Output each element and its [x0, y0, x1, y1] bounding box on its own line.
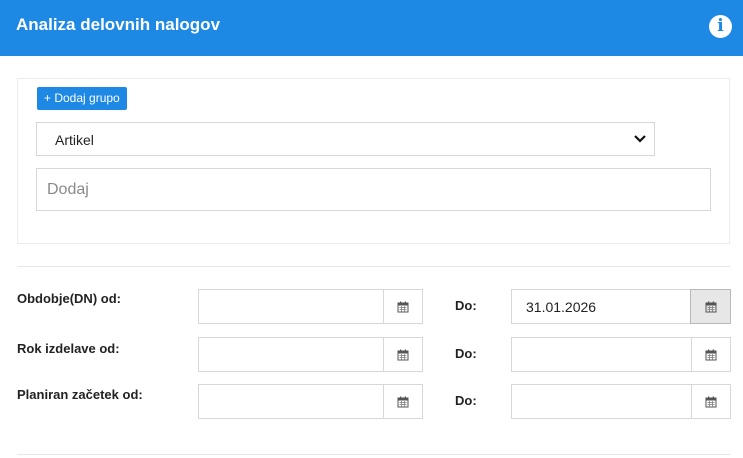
- period-from-calendar-button[interactable]: [383, 290, 422, 323]
- calendar-icon: [705, 396, 717, 407]
- calendar-icon: [705, 349, 717, 360]
- calendar-icon: [397, 396, 409, 407]
- add-group-button[interactable]: + Dodaj grupo: [37, 87, 127, 110]
- deadline-from-input[interactable]: [199, 338, 384, 371]
- calendar-icon: [705, 301, 716, 312]
- period-to-calendar-button[interactable]: [690, 289, 731, 324]
- deadline-from-label: Rok izdelave od:: [17, 341, 120, 356]
- calendar-icon: [397, 301, 409, 312]
- divider: [17, 454, 730, 455]
- planned-start-to-calendar-button[interactable]: [691, 385, 730, 418]
- deadline-to-input[interactable]: [512, 338, 692, 371]
- planned-start-to-field: [511, 384, 731, 419]
- page-header: Analiza delovnih nalogov i: [0, 0, 743, 56]
- deadline-to-field: [511, 337, 731, 372]
- period-from-input[interactable]: [199, 290, 384, 323]
- divider: [17, 266, 730, 267]
- planned-start-from-calendar-button[interactable]: [383, 385, 422, 418]
- period-to-input[interactable]: [512, 290, 692, 323]
- deadline-from-field: [198, 337, 423, 372]
- calendar-icon: [397, 349, 409, 360]
- deadline-from-calendar-button[interactable]: [383, 338, 422, 371]
- chevron-down-icon: [634, 135, 646, 143]
- group-select[interactable]: Artikel: [36, 122, 655, 156]
- planned-start-from-label: Planiran začetek od:: [17, 387, 143, 402]
- add-group-input[interactable]: [36, 168, 711, 211]
- planned-start-to-label: Do:: [455, 393, 477, 408]
- period-from-label: Obdobje(DN) od:: [17, 291, 121, 306]
- period-to-label: Do:: [455, 298, 477, 313]
- page-title: Analiza delovnih nalogov: [16, 15, 221, 34]
- planned-start-from-input[interactable]: [199, 385, 384, 418]
- deadline-to-label: Do:: [455, 346, 477, 361]
- group-select-value: Artikel: [55, 132, 94, 148]
- deadline-to-calendar-button[interactable]: [691, 338, 730, 371]
- period-from-field: [198, 289, 423, 324]
- planned-start-from-field: [198, 384, 423, 419]
- period-to-field: [511, 289, 731, 324]
- info-icon[interactable]: i: [709, 15, 732, 38]
- planned-start-to-input[interactable]: [512, 385, 692, 418]
